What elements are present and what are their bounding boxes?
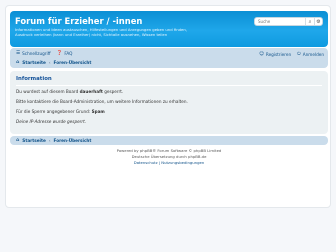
- breadcrumb: ⌂ Startseite ‹ Foren-Übersicht: [16, 60, 91, 65]
- footer-breadcrumb-home[interactable]: Startseite: [22, 138, 46, 143]
- faq-link[interactable]: ❓ FAQ: [57, 51, 73, 56]
- home-icon: ⌂: [16, 60, 20, 65]
- translation-credit: Deutsche Übersetzung durch phpBB.de: [131, 154, 207, 159]
- home-icon: ⌂: [16, 138, 20, 143]
- faq-label: FAQ: [64, 51, 73, 56]
- navbar: ☰ Schnellzugriff ❓ FAQ ☺ Registrieren ⏻ …: [10, 48, 328, 68]
- gear-icon[interactable]: ⚙: [314, 18, 322, 25]
- footer-breadcrumb-index[interactable]: Foren-Übersicht: [54, 138, 92, 143]
- question-icon: ❓: [56, 51, 63, 56]
- login-link[interactable]: ⏻ Anmelden: [297, 51, 324, 58]
- register-link[interactable]: ☺ Registrieren: [259, 51, 291, 57]
- search-box: ⌕ ⚙: [254, 17, 323, 26]
- site-description: Informationen und Ideen austauschen, Hil…: [15, 27, 187, 37]
- power-icon: ⏻: [297, 52, 301, 57]
- site-title[interactable]: Forum für Erzieher / -innen: [15, 16, 142, 26]
- quicklinks-menu[interactable]: ☰ Schnellzugriff: [16, 51, 51, 56]
- contact-message: Bitte kontaktiere die Board-Administrati…: [16, 99, 188, 104]
- site-header: Forum für Erzieher / -innen Informatione…: [10, 11, 328, 47]
- breadcrumb-home[interactable]: Startseite: [22, 60, 46, 65]
- quicklinks-label: Schnellzugriff: [22, 51, 51, 56]
- search-icon[interactable]: ⌕: [305, 18, 314, 25]
- footer-navbar: ⌂ Startseite ‹ Foren-Übersicht: [10, 136, 328, 145]
- login-label: Anmelden: [302, 51, 324, 57]
- breadcrumb-separator: ‹: [48, 60, 51, 65]
- ban-message: Du wurdest auf diesem Board dauerhaft ge…: [16, 89, 124, 94]
- ban-reason: Für die Sperre angegebener Grund: Spam: [16, 109, 105, 114]
- footer-breadcrumb: ⌂ Startseite ‹ Foren-Übersicht: [16, 138, 91, 143]
- info-panel: Information Du wurdest auf diesem Board …: [10, 71, 328, 134]
- info-title: Information: [16, 76, 52, 82]
- divider: [16, 85, 322, 86]
- powered-by: Powered by phpBB® Forum Software © phpBB…: [116, 148, 222, 153]
- user-icon: ☺: [259, 51, 264, 57]
- bars-icon: ☰: [16, 51, 21, 56]
- footer-links[interactable]: Datenschutz | Nutzungsbedingungen: [6, 160, 332, 165]
- breadcrumb-index[interactable]: Foren-Übersicht: [54, 60, 92, 65]
- page-wrapper: Forum für Erzieher / -innen Informatione…: [5, 5, 331, 208]
- breadcrumb-separator: ‹: [48, 138, 51, 143]
- ip-message: Deine IP-Adresse wurde gesperrt.: [16, 119, 87, 124]
- search-input[interactable]: [255, 18, 305, 25]
- register-label: Registrieren: [265, 51, 292, 57]
